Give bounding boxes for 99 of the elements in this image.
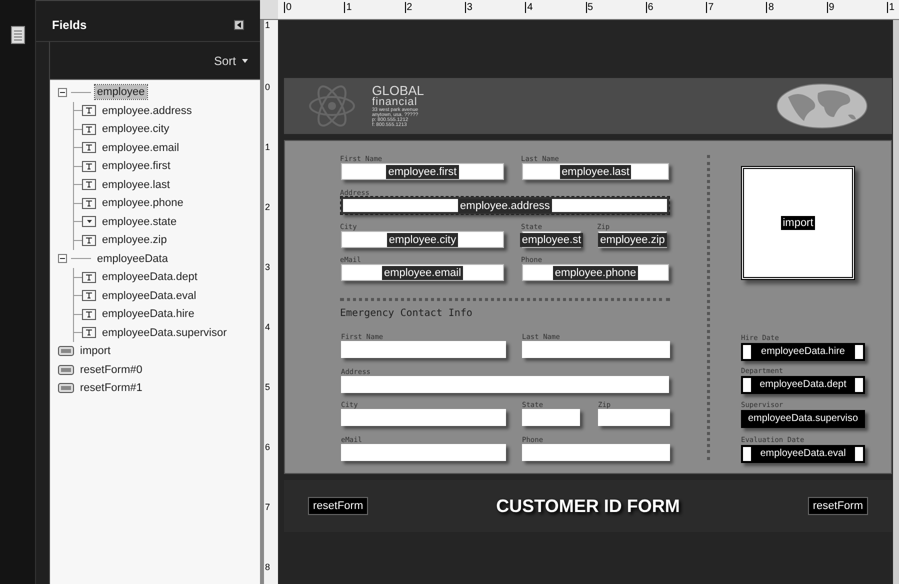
collapse-icon[interactable] [58,254,67,264]
text-field-icon [82,327,96,338]
company-name: GLOBAL [372,84,424,97]
field-binding-label: employee.address [458,198,552,212]
reset-form-button[interactable]: resetForm [808,496,868,516]
ruler-number: 3 [464,2,472,13]
tree-item[interactable]: import [78,344,113,358]
tree-item[interactable]: resetForm#1 [78,381,144,396]
text-field-icon [82,179,96,190]
field-binding-label: employee.email [382,266,464,280]
ruler-number: 8 [265,562,270,572]
tree-item[interactable]: employee.address [100,104,194,118]
field-binding-label: import [780,216,816,230]
ruler-number: 6 [646,2,654,13]
tree-item[interactable]: employee.last [100,178,172,192]
field-binding-label: employeeData.superviso [748,412,858,426]
text-field[interactable]: employeeData.dept [741,376,865,394]
text-field[interactable]: employeeData.superviso [741,410,865,428]
document-icon[interactable] [10,26,24,44]
text-field-icon [82,198,96,209]
text-field-icon [82,290,96,302]
text-field-icon [82,272,96,283]
ruler-number: 7 [706,2,714,13]
tree-item[interactable]: employee.phone [100,196,186,210]
text-field[interactable]: employee.email [341,264,504,281]
tree-item[interactable]: employee.state [100,214,179,229]
text-field[interactable]: employeeData.hire [741,343,865,361]
text-field-icon [82,124,96,135]
text-field[interactable] [341,444,506,461]
field-binding-label: employee.phone [552,266,638,280]
collapse-icon[interactable] [58,88,67,97]
section-heading: Emergency Contact Info [340,307,472,321]
button-field-icon [58,364,74,375]
tree-item[interactable]: employee.email [100,140,182,155]
tree-item[interactable]: employeeData [95,252,170,266]
text-field[interactable] [341,376,669,393]
text-field[interactable]: employee.first [341,163,504,180]
ruler-number: 5 [586,2,594,13]
ruler-number: 4 [525,2,533,13]
tree-item[interactable]: employeeData.supervisor [100,326,229,340]
text-field[interactable]: employee.address [341,197,669,214]
field-binding-label: employeeData.hire [761,345,845,359]
ruler-number: 0 [265,82,270,92]
text-field-icon [82,160,96,172]
text-field[interactable] [341,409,506,426]
panel-title: Fields [52,17,87,34]
ruler-number: 9 [826,2,834,13]
image-import-button[interactable]: import [741,166,855,280]
field-binding-label: employee.first [386,164,459,178]
reset-form-button[interactable]: resetForm [308,496,368,516]
text-field[interactable] [341,341,506,358]
tree-item[interactable]: employee.zip [100,233,169,248]
company-subtitle: financial [372,97,418,108]
tree-item[interactable]: employee.first [100,159,172,174]
button-field-icon [58,383,74,394]
form-title: CUSTOMER ID FORM [496,494,680,518]
text-field[interactable] [522,341,670,358]
text-field[interactable]: employee.st [522,231,581,248]
field-binding-label: employeeData.dept [760,378,846,392]
text-field[interactable] [522,444,670,461]
ruler-number: 3 [265,262,270,272]
text-field[interactable]: employee.last [522,163,669,180]
ruler-number: 5 [265,382,270,392]
dropdown-field-icon [82,216,96,228]
text-field-icon [82,105,96,116]
ruler-number: 7 [265,502,270,512]
collapse-panel-button[interactable] [234,20,244,30]
tree-item[interactable]: employeeData.eval [100,288,198,303]
ruler-number: 2 [265,202,270,212]
text-field[interactable] [522,409,580,426]
field-binding-label: employee.last [560,164,632,178]
ruler-number: 6 [265,442,270,452]
ruler-number: 8 [766,2,774,13]
text-field[interactable]: employee.phone [522,264,669,281]
field-binding-label: employee.st [520,232,584,246]
ruler-number: 1 [344,2,352,13]
tree-item[interactable]: employee [95,85,147,100]
text-field-icon [82,308,96,320]
field-binding-label: employee.city [386,232,458,246]
text-field-icon [82,234,96,246]
text-field-icon [82,142,96,154]
tree-item[interactable]: employeeData.dept [100,270,200,284]
sort-dropdown[interactable]: Sort [214,52,248,70]
ruler-number: 1 [265,142,270,152]
field-binding-label: employeeData.eval [760,447,846,461]
ruler-number: 2 [404,2,412,13]
tree-item[interactable]: employee.city [100,122,172,136]
ruler-number: 4 [265,322,270,332]
text-field[interactable]: employee.city [341,231,504,248]
button-field-icon [58,346,74,356]
world-map-icon [776,83,868,129]
ruler-number: 1 [265,20,270,30]
caret-icon [242,58,248,62]
text-field[interactable] [598,409,670,426]
ruler-number: 1 [887,2,895,13]
tree-item[interactable]: resetForm#0 [78,362,144,377]
tree-item[interactable]: employeeData.hire [100,307,196,322]
ruler-number: 0 [284,2,292,13]
text-field[interactable]: employeeData.eval [741,445,865,463]
